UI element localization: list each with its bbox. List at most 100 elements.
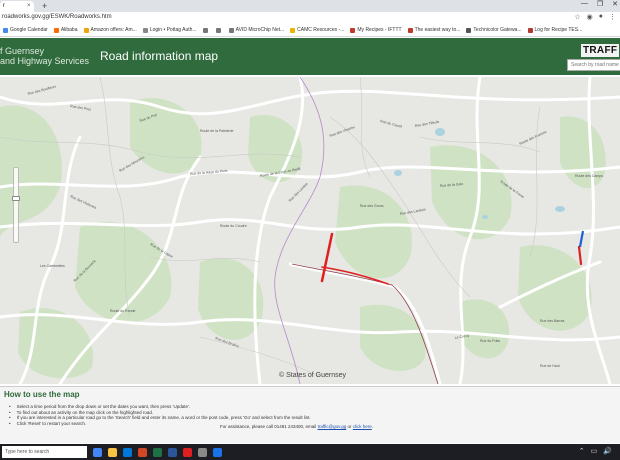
- assist-email-link[interactable]: traffic@gov.gg: [318, 424, 347, 429]
- address-bar-icons: ☆ ◉ ● ⋮: [574, 13, 616, 21]
- taskbar-app-icon[interactable]: [108, 447, 117, 457]
- road-label: Rue des Grons: [360, 204, 384, 208]
- bookmark-favicon-icon: [215, 27, 221, 33]
- bookmark-label: Alibaba: [60, 27, 78, 33]
- org-name-line1: f Guernsey: [0, 46, 45, 56]
- bookmark-favicon-icon: [290, 27, 296, 33]
- bookmark-item[interactable]: Log for Recipe TES...: [525, 27, 586, 33]
- bookmark-item[interactable]: Alibaba: [51, 27, 81, 33]
- assist-click-here-link[interactable]: click here: [353, 424, 372, 429]
- assist-suffix: .: [371, 424, 374, 429]
- bookmark-favicon-icon: [350, 27, 356, 33]
- taskbar-app-icon[interactable]: [153, 447, 162, 457]
- bookmark-favicon-icon: [53, 27, 59, 33]
- bookmark-label: Log for Recipe TES...: [534, 27, 583, 33]
- road-label: Rue du Courtil: [380, 119, 403, 129]
- bookmark-favicon-icon: [466, 27, 472, 33]
- bookmark-favicon-icon: [527, 27, 533, 33]
- road-search-input[interactable]: [567, 59, 620, 71]
- road-label: Rue des Vinaires: [329, 125, 356, 138]
- roadwork-marker[interactable]: [577, 245, 583, 266]
- assist-text: For assistance, please call 01481 243400…: [220, 424, 317, 429]
- bookmark-item[interactable]: [200, 27, 213, 33]
- road-label: Rue du Puits: [480, 339, 500, 343]
- taskbar-app-icon[interactable]: [213, 447, 222, 457]
- road-label: Rue des Barras: [540, 319, 565, 323]
- bookmark-item[interactable]: Technicolor Gatewa...: [463, 27, 524, 33]
- map-copyright: © States of Guernsey: [279, 372, 347, 379]
- bookmark-item[interactable]: CAMC Resources -...: [287, 27, 347, 33]
- bookmark-favicon-icon: [142, 27, 148, 33]
- road-map[interactable]: Rue des Bouilleurs Rue des Pres Rue du Pre…: [0, 77, 620, 384]
- bookmark-label: Technicolor Gatewa...: [473, 27, 522, 33]
- taskbar-app-icon[interactable]: [138, 447, 147, 457]
- bookmark-item[interactable]: AVID MicroChip Net...: [226, 27, 288, 33]
- maximize-icon[interactable]: ❐: [597, 0, 603, 8]
- road-label: Rue des Pres: [70, 104, 92, 112]
- road-label: Rue des Bouilleurs: [27, 84, 57, 96]
- bookmark-item[interactable]: Google Calendar: [0, 27, 51, 33]
- bookmark-item[interactable]: Login • Pottag Auth...: [140, 27, 200, 33]
- assist-or: or: [347, 424, 352, 429]
- road-label: Rue des Mourains: [119, 155, 146, 173]
- road-label: Les Cambrettes: [40, 264, 65, 268]
- tray-battery-icon[interactable]: ▭: [591, 447, 598, 455]
- extension-icon[interactable]: ◉: [587, 13, 593, 21]
- address-bar: roadworks.gov.gg/ESWK/Roadworks.htm ☆ ◉ …: [0, 12, 620, 24]
- road-label: Rue des Tilleuls: [414, 120, 439, 128]
- menu-icon[interactable]: ⋮: [609, 13, 616, 21]
- road-label: Route du Coudre: [220, 224, 247, 228]
- help-title: How to use the map: [4, 390, 80, 399]
- bookmark-item[interactable]: My Recipes - IFTTT: [347, 27, 404, 33]
- bookmark-label: AVID MicroChip Net...: [235, 27, 285, 33]
- profile-icon[interactable]: ●: [599, 13, 603, 21]
- traffic-logo: TRAFF: [581, 44, 620, 57]
- help-list: Select a time period from the drop down …: [9, 404, 311, 426]
- taskbar-app-icon[interactable]: [198, 447, 207, 457]
- help-panel: How to use the map Select a time period …: [0, 386, 620, 443]
- org-name-line2: and Highway Services: [0, 56, 90, 66]
- tray-volume-icon[interactable]: 🔊: [603, 447, 612, 455]
- taskbar-app-icon[interactable]: [183, 447, 192, 457]
- bookmark-favicon-icon: [407, 27, 413, 33]
- road-label: Route de la Palloterie: [200, 129, 234, 133]
- window-controls: — ❐ ✕: [581, 0, 618, 8]
- browser-tab-bar: r × + — ❐ ✕: [0, 0, 620, 12]
- os-taskbar: Type here to search ⌃ ▭ 🔊: [0, 444, 620, 460]
- bookmark-favicon-icon: [3, 27, 8, 33]
- bookmarks-bar: Google Calendar Alibaba Amazon offers: Am.…: [0, 24, 620, 37]
- close-window-icon[interactable]: ✕: [612, 0, 618, 8]
- assistance-line: For assistance, please call 01481 243400…: [220, 424, 373, 429]
- map-canvas[interactable]: Rue des BouilleursRue des PresRue du Pre…: [0, 77, 620, 384]
- url-field[interactable]: roadworks.gov.gg/ESWK/Roadworks.htm: [2, 14, 112, 20]
- zoom-slider[interactable]: [12, 167, 20, 243]
- taskbar-app-icon[interactable]: [93, 447, 102, 457]
- bookmark-item[interactable]: Amazon offers: Am...: [81, 27, 140, 33]
- help-item: If you are interested in a particular ro…: [9, 415, 311, 421]
- road-label: Rue des Vicheries: [70, 194, 98, 210]
- road-label: Route du Ronde: [110, 309, 136, 313]
- minimize-icon[interactable]: —: [581, 0, 588, 8]
- tab-title: r: [3, 3, 5, 9]
- new-tab-button[interactable]: +: [42, 1, 47, 11]
- taskbar-app-icon[interactable]: [123, 447, 132, 457]
- page-title: Road information map: [100, 49, 219, 63]
- tab-close-icon[interactable]: ×: [27, 3, 31, 9]
- bookmark-favicon-icon: [202, 27, 208, 33]
- road-label: Rue des Landeis: [399, 207, 426, 216]
- tray-chevron-icon[interactable]: ⌃: [579, 447, 585, 455]
- zoom-slider-handle[interactable]: [12, 196, 20, 201]
- taskbar-search[interactable]: Type here to search: [2, 446, 87, 458]
- bookmark-item[interactable]: [213, 27, 226, 33]
- browser-tab[interactable]: r ×: [0, 1, 34, 12]
- site-header: f Guernsey and Highway Services Road inf…: [0, 38, 620, 75]
- bookmark-item[interactable]: The easiest way to...: [405, 27, 464, 33]
- road-label: Rue de Haut: [540, 364, 560, 368]
- bookmark-favicon-icon: [228, 27, 234, 33]
- taskbar-app-icon[interactable]: [168, 447, 177, 457]
- bookmark-label: CAMC Resources -...: [297, 27, 345, 33]
- bookmark-label: Login • Pottag Auth...: [149, 27, 197, 33]
- bookmark-label: Amazon offers: Am...: [90, 27, 137, 33]
- bookmark-label: The easiest way to...: [414, 27, 461, 33]
- star-icon[interactable]: ☆: [574, 13, 580, 21]
